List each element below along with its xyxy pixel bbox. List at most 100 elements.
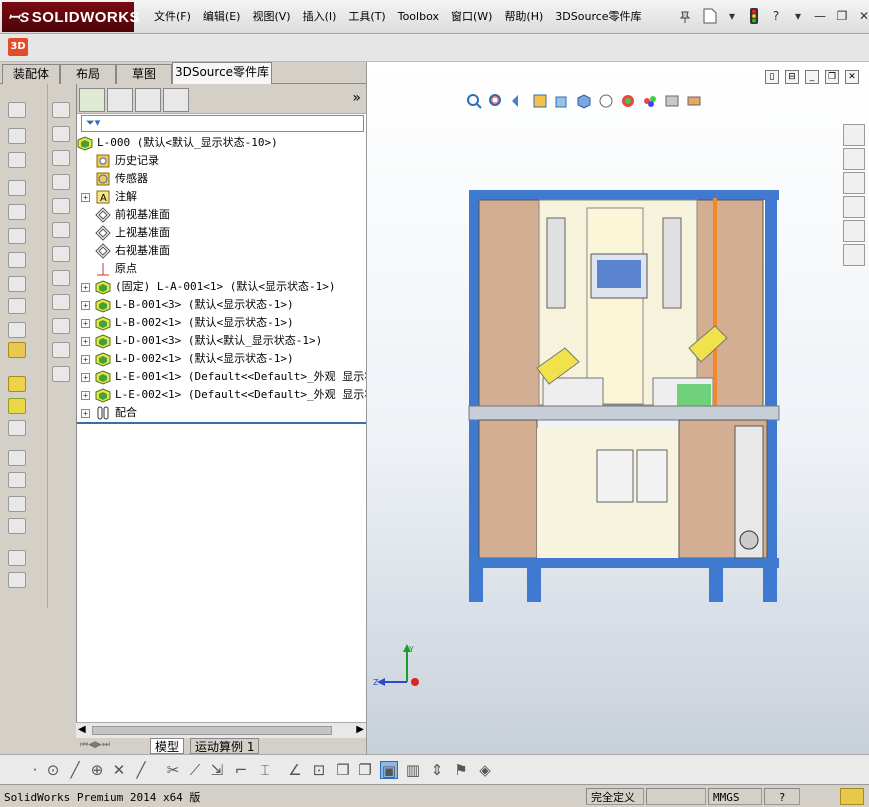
- display-style-icon[interactable]: [597, 92, 615, 110]
- tree-item[interactable]: 原点: [77, 260, 367, 278]
- help-icon[interactable]: ?: [766, 6, 786, 26]
- edit-appearance-icon[interactable]: [641, 92, 659, 110]
- expand-toggle-icon[interactable]: +: [81, 283, 90, 292]
- horizontal-scrollbar[interactable]: ◀ ▶: [76, 722, 366, 738]
- tree-item[interactable]: + A 注解: [77, 188, 367, 206]
- apply-scene-icon[interactable]: [663, 92, 681, 110]
- sketch-icon[interactable]: [52, 318, 70, 334]
- mate-icon[interactable]: [8, 128, 26, 144]
- expand-arrows-icon[interactable]: »: [352, 90, 361, 106]
- solidworks-resources-icon[interactable]: [843, 124, 865, 146]
- line-icon[interactable]: ╱: [66, 761, 84, 779]
- tab-3dsource[interactable]: 3DSource零件库: [172, 62, 272, 84]
- view-orientation-icon[interactable]: [575, 92, 593, 110]
- tree-item[interactable]: + L-B-002<1> (默认<显示状态-1>): [77, 314, 367, 332]
- part-icon[interactable]: [52, 126, 70, 142]
- menu-file[interactable]: 文件(F): [148, 0, 197, 34]
- mass-properties-icon[interactable]: [8, 518, 26, 534]
- expand-toggle-icon[interactable]: +: [81, 391, 90, 400]
- clearance-verification-icon[interactable]: [8, 450, 26, 466]
- tree-item[interactable]: + L-E-002<1> (Default<<Default>_外观 显示状态: [77, 386, 386, 404]
- expand-toggle-icon[interactable]: +: [81, 193, 90, 202]
- tag-icon[interactable]: ◈: [476, 761, 494, 779]
- tree-item[interactable]: 上视基准面: [77, 224, 367, 242]
- help-icon[interactable]: ?: [764, 788, 800, 805]
- pin-icon[interactable]: [678, 10, 692, 24]
- expand-toggle-icon[interactable]: +: [81, 301, 90, 310]
- tab-nav-arrows-icon[interactable]: ⏮◀▶⏭: [80, 740, 110, 750]
- restore-view-icon[interactable]: ❐: [825, 70, 839, 84]
- feature-tree-icon[interactable]: [79, 88, 105, 112]
- file-explorer-icon[interactable]: [843, 172, 865, 194]
- menu-view[interactable]: 视图(V): [246, 0, 296, 34]
- measure-icon[interactable]: [8, 496, 26, 512]
- part-icon[interactable]: [52, 198, 70, 214]
- property-manager-icon[interactable]: [107, 88, 133, 112]
- minimize-icon[interactable]: —: [810, 6, 830, 26]
- tree-item[interactable]: + L-D-002<1> (默认<显示状态-1>): [77, 350, 367, 368]
- smart-fasteners-icon[interactable]: [8, 180, 26, 196]
- previous-view-icon[interactable]: [509, 92, 527, 110]
- part-icon[interactable]: [52, 174, 70, 190]
- sketch-icon[interactable]: [52, 270, 70, 286]
- new-motion-study-icon[interactable]: [8, 322, 26, 338]
- insert-component-icon[interactable]: [8, 102, 26, 118]
- component-pattern-icon[interactable]: [8, 152, 26, 168]
- construction-line-icon[interactable]: ╱: [132, 761, 150, 779]
- tile-view-icon[interactable]: ⊟: [785, 70, 799, 84]
- extend-icon[interactable]: ⟋: [186, 761, 204, 779]
- zoom-to-area-icon[interactable]: [487, 92, 505, 110]
- move-icon[interactable]: ⇕: [428, 761, 446, 779]
- menu-edit[interactable]: 编辑(E): [197, 0, 247, 34]
- angle-icon[interactable]: ∠: [286, 761, 304, 779]
- zoom-icon[interactable]: ⊡: [310, 761, 328, 779]
- circle-icon[interactable]: ⊙: [44, 761, 62, 779]
- tree-item[interactable]: + L-E-001<1> (Default<<Default>_外观 显示状态: [77, 368, 386, 386]
- design-library-icon[interactable]: [843, 148, 865, 170]
- tree-item[interactable]: + L-B-001<3> (默认<显示状态-1>): [77, 296, 367, 314]
- expand-toggle-icon[interactable]: +: [81, 355, 90, 364]
- menu-window[interactable]: 窗口(W): [445, 0, 498, 34]
- expand-toggle-icon[interactable]: +: [81, 373, 90, 382]
- close-icon[interactable]: ✕: [854, 6, 869, 26]
- centerpoint-icon[interactable]: ⊕: [88, 761, 106, 779]
- corner-icon[interactable]: ⌐: [232, 761, 250, 779]
- assembly-features-icon[interactable]: [8, 276, 26, 292]
- traffic-light-icon[interactable]: ⚑: [452, 761, 470, 779]
- tree-root[interactable]: L-000 (默认<默认_显示状态-10>): [77, 134, 367, 152]
- chevron-down-icon[interactable]: ▾: [788, 6, 808, 26]
- menu-insert[interactable]: 插入(I): [297, 0, 343, 34]
- hide-show-items-icon[interactable]: [619, 92, 637, 110]
- split-view-icon[interactable]: ▯: [765, 70, 779, 84]
- large-assembly-mode-icon[interactable]: [8, 572, 26, 588]
- reference-geometry-icon[interactable]: [8, 298, 26, 314]
- tab-model[interactable]: 模型: [150, 738, 185, 754]
- shaded-view-icon[interactable]: ▣: [380, 761, 398, 780]
- configuration-manager-icon[interactable]: [135, 88, 161, 112]
- tab-motion-study[interactable]: 运动算例 1: [190, 738, 260, 754]
- expand-toggle-icon[interactable]: +: [81, 319, 90, 328]
- units-status[interactable]: MMGS: [708, 788, 762, 805]
- 3dsource-icon[interactable]: 3D: [8, 38, 28, 56]
- traffic-light-icon[interactable]: [744, 6, 764, 26]
- rebuild-icon[interactable]: [840, 788, 864, 805]
- close-view-icon[interactable]: ✕: [845, 70, 859, 84]
- cross-icon[interactable]: ✕: [110, 761, 128, 779]
- show-hidden-icon[interactable]: [8, 252, 26, 268]
- move-component-icon[interactable]: [8, 204, 26, 220]
- rotate-component-icon[interactable]: [8, 228, 26, 244]
- part-icon[interactable]: [52, 246, 70, 262]
- tree-item[interactable]: + 配合: [77, 404, 367, 422]
- scroll-right-icon[interactable]: ▶: [356, 724, 364, 735]
- dimension-icon[interactable]: ⌶: [256, 761, 274, 779]
- tree-item[interactable]: 传感器: [77, 170, 367, 188]
- graphics-area[interactable]: ▯ ⊟ _ ❐ ✕ Y Z: [366, 62, 869, 754]
- rollback-bar[interactable]: [77, 422, 367, 424]
- custom-properties-icon[interactable]: [843, 244, 865, 266]
- expand-toggle-icon[interactable]: +: [81, 409, 90, 418]
- zoom-to-fit-icon[interactable]: [465, 92, 483, 110]
- offset-icon[interactable]: ⇲: [208, 761, 226, 779]
- trim-icon[interactable]: ✂: [164, 761, 182, 779]
- interference-detection-icon[interactable]: [8, 420, 26, 436]
- menu-toolbox[interactable]: Toolbox: [392, 0, 445, 34]
